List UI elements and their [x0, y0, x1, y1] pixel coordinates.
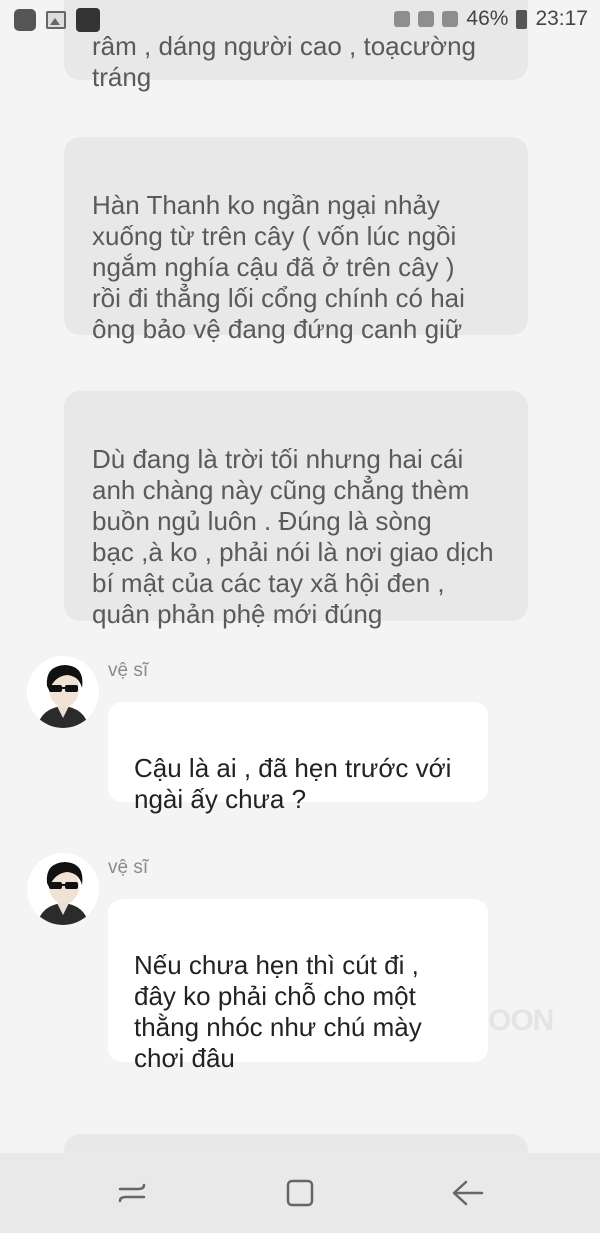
watermark: OON	[488, 1004, 554, 1037]
home-icon	[286, 1179, 314, 1207]
narration-bubble: Hàn Thanh ko ngần ngại nhảy xuống từ trê…	[64, 137, 528, 344]
alarm-icon	[394, 11, 411, 27]
gallery-icon	[46, 11, 66, 29]
status-left-icons	[14, 8, 100, 32]
avatar[interactable]	[27, 656, 99, 728]
mangatoon-app-icon	[76, 8, 100, 32]
speaker-name: vệ sĩ	[108, 660, 149, 681]
recent-apps-button[interactable]	[114, 1175, 150, 1211]
narration-text: Dù đang là trời tối nhưng hai cái anh ch…	[92, 444, 494, 629]
back-button[interactable]	[450, 1175, 486, 1211]
signal-icon	[442, 11, 459, 27]
speaker-name: vệ sĩ	[108, 857, 149, 878]
notification-square-icon	[14, 9, 36, 31]
message-bubble: Nếu chưa hẹn thì cút đi , đây ko phải ch…	[108, 899, 488, 1073]
clock: 23:17	[535, 7, 588, 30]
narration-bubble: Dù đang là trời tối nhưng hai cái anh ch…	[64, 391, 528, 629]
narration-text: Hàn Thanh ko ngần ngại nhảy xuống từ trê…	[92, 190, 465, 344]
message-bubble: Cậu là ai , đã hẹn trước với ngài ấy chư…	[108, 702, 488, 814]
recent-apps-icon	[118, 1183, 146, 1203]
status-right-icons: 46% 23:17	[394, 7, 588, 31]
home-button[interactable]	[282, 1175, 318, 1211]
battery-percent: 46%	[466, 7, 509, 30]
message-text: Cậu là ai , đã hẹn trước với ngài ấy chư…	[134, 753, 452, 814]
status-bar: 46% 23:17	[0, 0, 600, 40]
wifi-icon	[418, 11, 435, 27]
battery-icon	[516, 9, 528, 29]
navigation-bar	[0, 1153, 600, 1233]
bodyguard-avatar-icon	[37, 862, 89, 925]
avatar[interactable]	[27, 853, 99, 925]
back-icon	[452, 1180, 484, 1206]
message-text: Nếu chưa hẹn thì cút đi , đây ko phải ch…	[134, 950, 422, 1073]
narration-text: râm , dáng người cao , toạcường tráng	[92, 31, 476, 92]
bodyguard-avatar-icon	[37, 665, 89, 728]
